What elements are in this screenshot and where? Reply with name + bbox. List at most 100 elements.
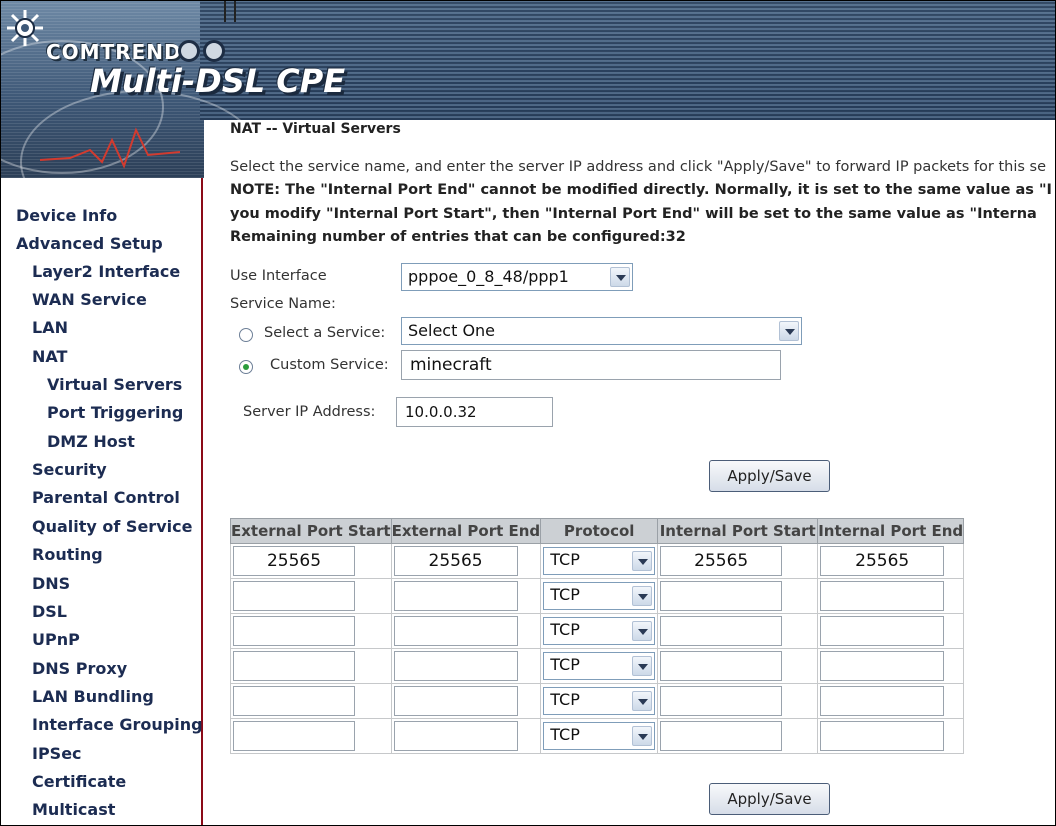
custom-service-input[interactable]: minecraft: [401, 350, 781, 380]
apply-save-button-bottom[interactable]: Apply/Save: [709, 783, 830, 815]
sidebar-item-virtual-servers[interactable]: Virtual Servers: [47, 375, 182, 394]
internal-port-end-input[interactable]: [820, 686, 945, 716]
internal-port-end-input[interactable]: [820, 651, 945, 681]
sidebar-item-advanced-setup[interactable]: Advanced Setup: [16, 234, 163, 253]
sidebar-item-port-triggering[interactable]: Port Triggering: [47, 403, 183, 422]
protocol-select[interactable]: TCP: [543, 582, 656, 610]
sidebar-item-ipsec[interactable]: IPSec: [32, 744, 82, 763]
chevron-down-icon[interactable]: [632, 621, 653, 641]
table-cell: [230, 648, 392, 684]
table-cell: [390, 718, 542, 754]
server-ip-label: Server IP Address:: [243, 404, 376, 420]
chevron-down-icon[interactable]: [632, 656, 653, 676]
internal-port-end-input[interactable]: 25565: [820, 546, 945, 576]
table-cell: 25565: [657, 543, 819, 579]
sidebar-item-certificate[interactable]: Certificate: [32, 772, 126, 791]
chevron-down-icon[interactable]: [779, 321, 799, 341]
external-port-start-input[interactable]: [233, 686, 355, 716]
col-external-port-start: External Port Start: [230, 518, 392, 544]
sidebar-item-wan-service[interactable]: WAN Service: [32, 290, 147, 309]
sidebar-item-nat[interactable]: NAT: [32, 347, 67, 366]
sidebar-item-routing[interactable]: Routing: [32, 545, 103, 564]
sidebar-item-upnp[interactable]: UPnP: [32, 630, 80, 649]
chevron-down-icon[interactable]: [610, 267, 630, 287]
sidebar-item-parental-control[interactable]: Parental Control: [32, 488, 180, 507]
brand-name: COMTREND: [46, 40, 182, 64]
intro-text: Select the service name, and enter the s…: [230, 159, 1046, 175]
external-port-end-input[interactable]: [393, 651, 518, 681]
sidebar-item-interface-grouping[interactable]: Interface Grouping: [32, 715, 203, 734]
table-header-row: External Port Start External Port End Pr…: [230, 518, 965, 544]
external-port-start-input[interactable]: [233, 651, 355, 681]
table-cell: 25565: [230, 543, 392, 579]
table-cell: 25565: [817, 543, 965, 579]
apply-save-button-top[interactable]: Apply/Save: [709, 460, 830, 492]
sidebar-item-security[interactable]: Security: [32, 460, 107, 479]
sidebar-item-device-info[interactable]: Device Info: [16, 206, 117, 225]
internal-port-start-input[interactable]: [660, 721, 783, 751]
sidebar-item-dmz-host[interactable]: DMZ Host: [47, 432, 135, 451]
external-port-end-input[interactable]: [393, 721, 518, 751]
internal-port-start-input[interactable]: 25565: [660, 546, 783, 576]
external-port-start-input[interactable]: [233, 616, 355, 646]
table-cell: [390, 683, 542, 719]
protocol-select[interactable]: TCP: [543, 652, 656, 680]
table-cell: [657, 718, 819, 754]
table-row: 25565 25565 TCP 25565 25565: [230, 543, 965, 579]
external-port-end-input[interactable]: [393, 616, 518, 646]
table-row: TCP: [230, 648, 965, 684]
table-row: TCP: [230, 578, 965, 614]
select-service-label: Select a Service:: [264, 325, 386, 341]
chevron-down-icon[interactable]: [632, 726, 653, 746]
chevron-down-icon[interactable]: [632, 551, 653, 571]
external-port-start-input[interactable]: [233, 721, 355, 751]
sidebar-item-lan-bundling[interactable]: LAN Bundling: [32, 687, 154, 706]
use-interface-label: Use Interface: [230, 268, 327, 284]
chevron-down-icon[interactable]: [632, 691, 653, 711]
internal-port-start-input[interactable]: [660, 686, 783, 716]
protocol-select[interactable]: TCP: [543, 687, 656, 715]
sidebar-item-dns-proxy[interactable]: DNS Proxy: [32, 659, 127, 678]
sidebar-item-lan[interactable]: LAN: [32, 318, 68, 337]
table-cell: [657, 648, 819, 684]
table-cell: [230, 613, 392, 649]
table-row: TCP: [230, 613, 965, 649]
chevron-down-icon[interactable]: [632, 586, 653, 606]
internal-port-end-input[interactable]: [820, 616, 945, 646]
note-line-2: you modify "Internal Port Start", then "…: [230, 206, 1037, 222]
external-port-end-input[interactable]: 25565: [393, 546, 518, 576]
use-interface-select[interactable]: pppoe_0_8_48/ppp1: [401, 263, 633, 291]
external-port-start-input[interactable]: 25565: [233, 546, 355, 576]
protocol-value: TCP: [550, 550, 580, 569]
internal-port-end-input[interactable]: [820, 581, 945, 611]
protocol-select[interactable]: TCP: [543, 547, 656, 575]
remaining-entries: Remaining number of entries that can be …: [230, 229, 686, 245]
internal-port-start-input[interactable]: [660, 651, 783, 681]
protocol-select[interactable]: TCP: [543, 617, 656, 645]
custom-service-label: Custom Service:: [270, 357, 389, 373]
external-port-start-input[interactable]: [233, 581, 355, 611]
table-cell: [657, 683, 819, 719]
port-mapping-table: External Port Start External Port End Pr…: [230, 518, 965, 754]
external-port-end-input[interactable]: [393, 581, 518, 611]
table-cell: [390, 613, 542, 649]
sidebar-item-dsl[interactable]: DSL: [32, 602, 67, 621]
server-ip-input[interactable]: 10.0.0.32: [396, 397, 553, 427]
sidebar-item-dns[interactable]: DNS: [32, 574, 70, 593]
custom-service-radio[interactable]: [239, 360, 253, 374]
select-service-radio[interactable]: [239, 328, 253, 342]
table-row: TCP: [230, 683, 965, 719]
protocol-select[interactable]: TCP: [543, 722, 656, 750]
sidebar-item-multicast[interactable]: Multicast: [32, 800, 115, 819]
external-port-end-input[interactable]: [393, 686, 518, 716]
select-service-dropdown[interactable]: Select One: [401, 317, 802, 345]
internal-port-start-input[interactable]: [660, 581, 783, 611]
internal-port-end-input[interactable]: [820, 721, 945, 751]
service-name-label: Service Name:: [230, 296, 336, 312]
sidebar-item-layer2-interface[interactable]: Layer2 Interface: [32, 262, 180, 281]
main-content: NAT -- Virtual Servers Select the servic…: [230, 0, 1056, 826]
internal-port-start-input[interactable]: [660, 616, 783, 646]
table-cell: TCP: [540, 718, 659, 754]
protocol-value: TCP: [550, 585, 580, 604]
sidebar-item-quality-of-service[interactable]: Quality of Service: [32, 517, 192, 536]
